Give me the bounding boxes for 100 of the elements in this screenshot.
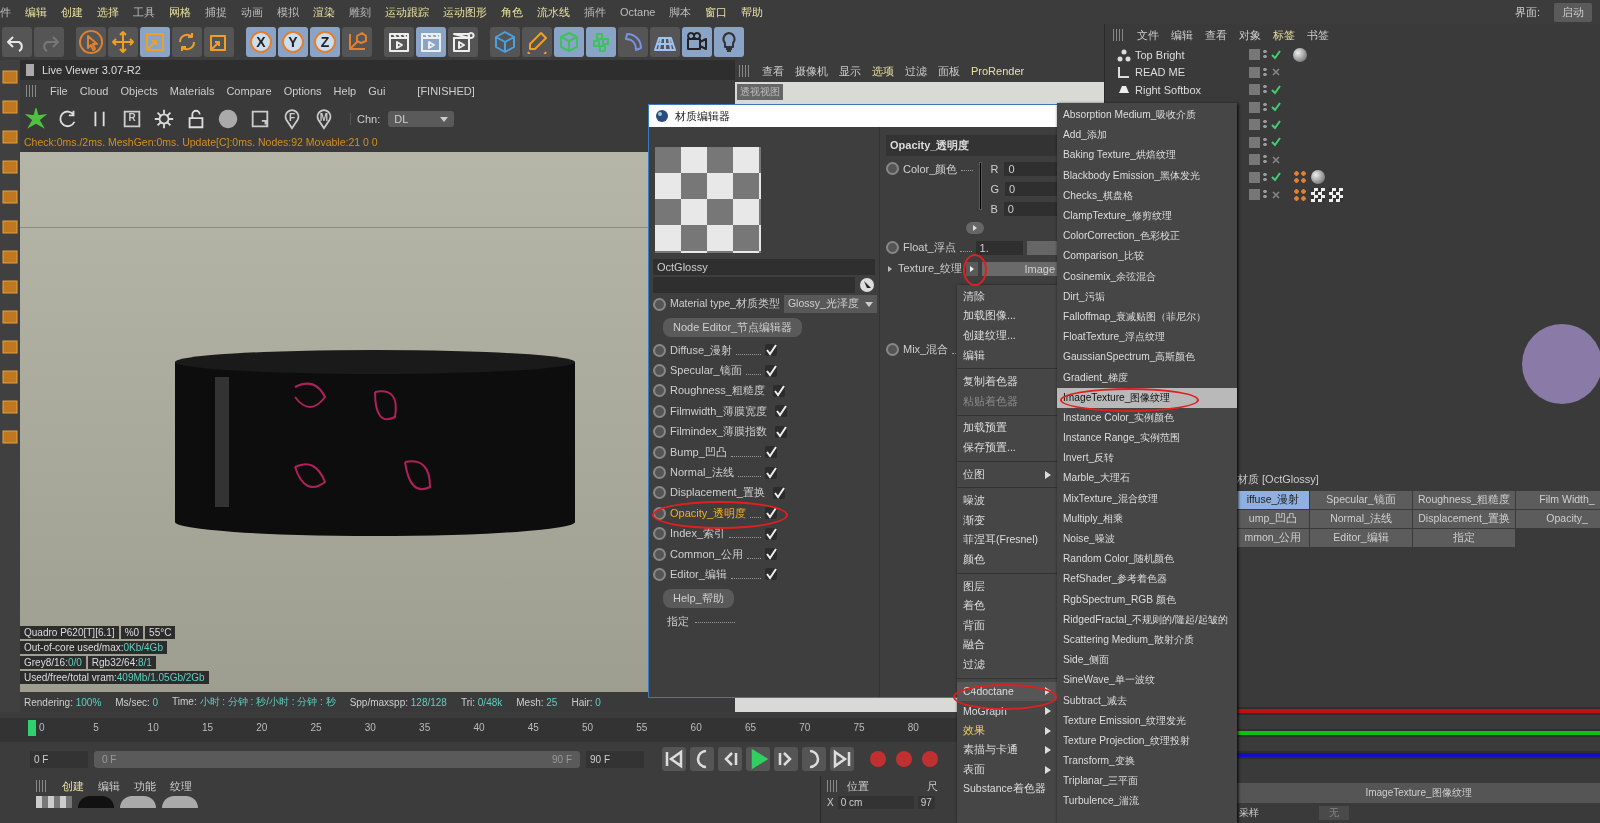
step-forward-icon[interactable] — [774, 747, 798, 771]
enabled-check-icon[interactable] — [1270, 136, 1282, 149]
menu-item[interactable]: 加载图像... — [957, 306, 1057, 327]
material-swatch[interactable] — [162, 796, 198, 808]
material-type-dropdown[interactable]: Glossy_光泽度 — [783, 295, 877, 313]
node-editor-button[interactable]: Node Editor_节点编辑器 — [663, 318, 803, 337]
menu-item[interactable]: Blackbody Emission_黑体发光 — [1057, 165, 1237, 186]
menu-item[interactable]: Marble_大理石 — [1057, 468, 1237, 489]
menu-item[interactable]: Transform_变换 — [1057, 751, 1237, 772]
material-name-field[interactable]: OctGlossy — [653, 259, 875, 275]
channel-item[interactable]: Specular_镜面 — [670, 363, 742, 379]
layout-dropdown[interactable]: 启动 — [1554, 2, 1592, 22]
channel-tab[interactable]: iffuse_漫射 — [1237, 491, 1309, 509]
menu-item[interactable]: 查看 — [1205, 27, 1227, 43]
visibility-dots-icon[interactable] — [1263, 189, 1267, 201]
radio-icon[interactable] — [886, 343, 899, 356]
octane-logo-icon[interactable] — [24, 107, 48, 131]
channel-tab[interactable]: ump_凹凸 — [1237, 510, 1309, 528]
layer-icon[interactable] — [1249, 136, 1260, 148]
menu-item[interactable]: 融合 — [957, 635, 1057, 656]
enabled-check-icon[interactable] — [1270, 171, 1282, 184]
radio-icon[interactable] — [653, 425, 666, 439]
menu-item[interactable]: 清除 — [957, 287, 1057, 307]
channel-tab[interactable]: 指定 — [1413, 529, 1515, 547]
menu-item[interactable]: 脚本 — [669, 4, 692, 20]
first-frame-icon[interactable] — [662, 747, 686, 771]
menu-item[interactable]: 面板 — [938, 63, 960, 79]
position-field[interactable]: 0 cm — [837, 796, 914, 809]
shader-button[interactable]: ImageTexture_图像纹理 — [1237, 783, 1600, 803]
channel-tab[interactable]: Editor_编辑 — [1310, 529, 1412, 547]
layer-icon[interactable] — [1249, 119, 1260, 131]
menu-item[interactable]: Objects — [120, 85, 158, 97]
channel-dropdown[interactable]: DL — [388, 111, 455, 127]
menu-item[interactable]: 菲涅耳(Fresnel) — [957, 530, 1057, 551]
current-frame-field[interactable]: 0 F — [30, 750, 88, 768]
channel-tab[interactable]: Specular_镜面 — [1310, 491, 1412, 509]
menu-item[interactable]: Checks_棋盘格 — [1057, 185, 1237, 206]
number-field[interactable]: 0 — [1003, 202, 1058, 216]
floor-grid-icon[interactable] — [650, 27, 680, 57]
menu-item[interactable]: RefShader_参考着色器 — [1057, 569, 1237, 590]
visibility-dots-icon[interactable] — [1263, 49, 1267, 61]
panel-grip-icon[interactable] — [26, 64, 34, 76]
menu-item[interactable]: 雕刻 — [349, 4, 371, 20]
pick-cursor-icon[interactable] — [859, 277, 875, 293]
checkbox[interactable] — [765, 364, 777, 377]
radio-icon[interactable] — [886, 241, 899, 254]
menu-item[interactable]: Triplanar_三平面 — [1057, 771, 1237, 792]
coordinate-axes-icon[interactable] — [342, 27, 372, 57]
number-field[interactable]: 0 — [1004, 162, 1059, 176]
radio-icon[interactable] — [653, 547, 666, 561]
radio-icon[interactable] — [653, 384, 666, 398]
checkbox[interactable] — [765, 568, 777, 581]
cursor-icon[interactable] — [76, 27, 106, 57]
menu-item[interactable]: 工具 — [133, 4, 155, 20]
menu-item[interactable]: MoGraph — [957, 701, 1057, 721]
menu-item[interactable]: ImageTexture_图像纹理 — [1057, 387, 1237, 408]
menu-item[interactable]: 颜色 — [957, 550, 1057, 570]
menu-item[interactable]: 创建纹理... — [957, 326, 1057, 346]
rotate-icon[interactable] — [172, 27, 202, 57]
channel-item[interactable]: Editor_编辑 — [670, 567, 727, 582]
menu-item[interactable]: 捕捉 — [205, 4, 227, 20]
menu-item[interactable]: 编辑 — [98, 778, 120, 794]
menu-item[interactable]: ColorCorrection_色彩校正 — [1057, 226, 1237, 247]
layer-icon[interactable] — [1249, 171, 1260, 183]
pen-icon[interactable] — [522, 27, 552, 57]
menu-arrow-button[interactable] — [966, 261, 979, 276]
menu-item[interactable]: 复制着色器 — [957, 372, 1057, 392]
radio-icon[interactable] — [653, 486, 666, 500]
visibility-dots-icon[interactable] — [1263, 171, 1267, 183]
material-swatch[interactable] — [120, 796, 156, 808]
menu-item[interactable]: 显示 — [839, 63, 861, 79]
channel-tab[interactable]: Film Width_ — [1516, 491, 1600, 509]
menu-item[interactable]: 纹理 — [170, 778, 192, 794]
menu-item[interactable]: Side_侧面 — [1057, 650, 1237, 671]
menu-item[interactable]: Cloud — [79, 85, 109, 97]
enabled-check-icon[interactable] — [1270, 48, 1282, 61]
radio-icon[interactable] — [653, 527, 666, 541]
light-bulb-icon[interactable] — [714, 27, 744, 57]
menu-item[interactable]: 窗口 — [705, 4, 728, 20]
enabled-check-icon[interactable] — [1270, 83, 1282, 96]
menu-item[interactable]: RidgedFractal_不规则的/隆起/起皱的 — [1057, 609, 1237, 630]
layer-icon[interactable] — [1249, 101, 1260, 113]
checkbox[interactable] — [765, 466, 777, 479]
menu-item[interactable]: ClampTexture_修剪纹理 — [1057, 205, 1237, 227]
last-frame-icon[interactable] — [830, 747, 854, 771]
menu-item[interactable]: 表面 — [957, 760, 1057, 780]
menu-item[interactable]: Gradient_梯度 — [1057, 367, 1237, 388]
undo-icon[interactable] — [2, 27, 32, 57]
number-field[interactable]: 1. — [975, 240, 1023, 255]
menu-item[interactable]: 保存预置... — [957, 438, 1057, 458]
channel-item[interactable]: Opacity_透明度 — [670, 505, 747, 521]
material-swatch[interactable] — [36, 796, 72, 808]
layer-icon[interactable] — [1249, 189, 1260, 201]
menu-item[interactable]: 图层 — [957, 576, 1057, 597]
record-key-icon[interactable] — [920, 749, 940, 769]
axis-lock-button[interactable]: Z — [310, 27, 340, 57]
radio-icon[interactable] — [653, 364, 666, 378]
visibility-dots-icon[interactable] — [1263, 136, 1267, 148]
menu-item[interactable]: 模拟 — [277, 4, 299, 20]
menu-item[interactable]: Baking Texture_烘焙纹理 — [1057, 145, 1237, 166]
